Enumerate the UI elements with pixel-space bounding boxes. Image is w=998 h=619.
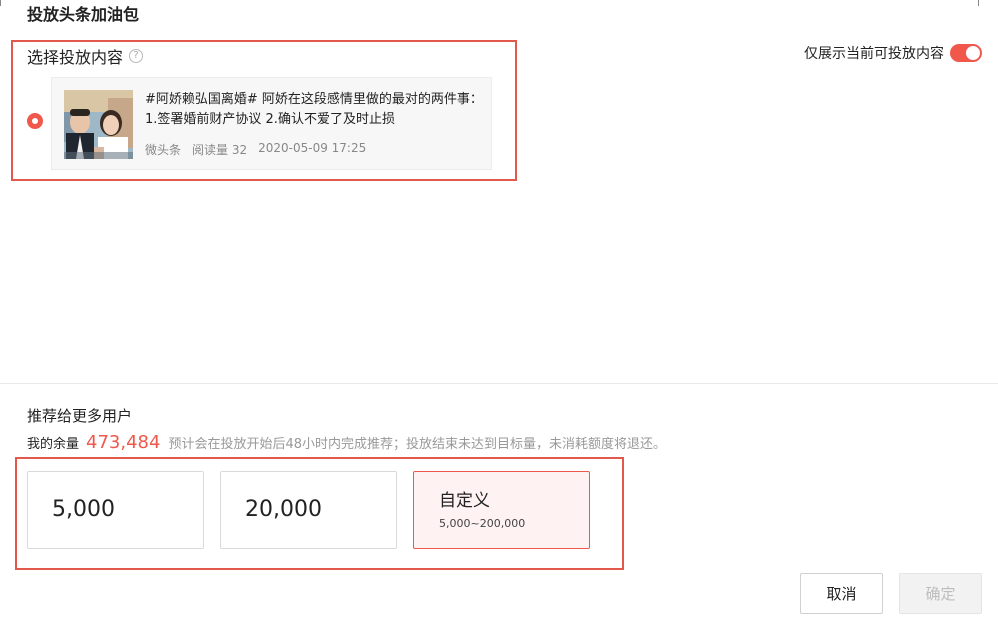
filter-toggle-switch[interactable] <box>950 44 982 62</box>
article-reads: 阅读量 32 <box>192 143 248 157</box>
thumbnail-photo-icon <box>64 90 133 159</box>
article-meta: 微头条 阅读量 32 2020-05-09 17:25 <box>145 141 377 158</box>
custom-option-label: 自定义 <box>439 491 490 511</box>
recommend-section-title: 推荐给更多用户 <box>27 407 133 425</box>
content-radio-button[interactable] <box>27 113 43 129</box>
content-card[interactable]: #阿娇赖弘国离婚# 阿娇在这段感情里做的最对的两件事： 1.签署婚前财产协议 2… <box>51 77 492 170</box>
article-title: #阿娇赖弘国离婚# 阿娇在这段感情里做的最对的两件事： 1.签署婚前财产协议 2… <box>145 92 483 127</box>
dialog-title: 投放头条加油包 <box>27 5 140 24</box>
balance-note: 预计会在投放开始后48小时内完成推荐；投放结束未达到目标量，未消耗额度将退还。 <box>168 437 666 452</box>
article-date: 2020-05-09 17:25 <box>258 141 367 155</box>
help-icon[interactable]: ? <box>129 49 144 63</box>
section-divider <box>0 383 998 384</box>
article-thumbnail <box>64 90 133 159</box>
amount-option-value: 5,000 <box>52 497 115 522</box>
amount-option-value: 20,000 <box>245 497 322 522</box>
confirm-button[interactable]: 确定 <box>899 573 982 614</box>
article-source: 微头条 <box>145 143 182 157</box>
content-section-label-text: 选择投放内容 <box>27 48 124 67</box>
left-corner-mark <box>0 0 1 6</box>
radio-dot <box>32 118 38 124</box>
amount-option-custom[interactable]: 自定义 5,000~200,000 <box>413 471 590 549</box>
custom-option-range: 5,000~200,000 <box>439 517 526 530</box>
content-section-label: 选择投放内容 ? <box>27 44 144 68</box>
filter-toggle-label: 仅展示当前可投放内容 <box>804 46 944 62</box>
right-corner-mark <box>978 0 979 6</box>
amount-option-20000[interactable]: 20,000 <box>220 471 397 549</box>
filter-toggle-group: 仅展示当前可投放内容 <box>804 43 982 63</box>
balance-row: 我的余量 473,484 预计会在投放开始后48小时内完成推荐；投放结束未达到目… <box>27 432 666 453</box>
balance-label: 我的余量 <box>27 437 80 452</box>
toggle-knob <box>966 46 980 60</box>
cancel-button[interactable]: 取消 <box>800 573 883 614</box>
balance-value: 473,484 <box>86 432 161 453</box>
amount-option-5000[interactable]: 5,000 <box>27 471 204 549</box>
